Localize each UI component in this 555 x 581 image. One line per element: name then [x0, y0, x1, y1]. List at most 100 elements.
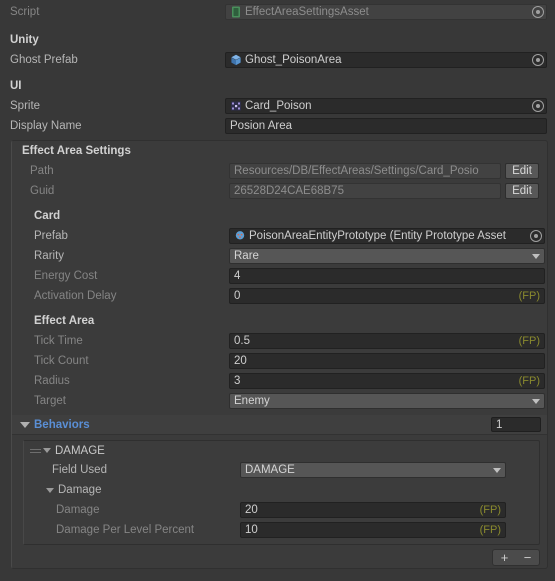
display-name-row: Display Name Posion Area	[0, 116, 555, 136]
effect-area-settings-box: Effect Area Settings Path Resources/DB/E…	[11, 140, 548, 569]
activation-delay-value: 0	[234, 290, 241, 302]
cs-script-icon	[232, 6, 240, 18]
rarity-value: Rare	[234, 250, 259, 262]
tick-time-label: Tick Time	[34, 335, 83, 347]
rarity-row: Rarity Rare	[12, 246, 547, 266]
script-object-field[interactable]: EffectAreaSettingsAsset	[225, 4, 547, 20]
behaviors-list: Behaviors 1 DAMAGE Field Used DAMAGE Dam…	[12, 415, 547, 566]
activation-delay-row: Activation Delay 0 (FP)	[12, 286, 547, 306]
path-field[interactable]: Resources/DB/EffectAreas/Settings/Card_P…	[229, 163, 501, 179]
ui-section-heading: UI	[10, 80, 22, 92]
damage-per-level-percent-fp-suffix: (FP)	[479, 524, 501, 536]
behaviors-header[interactable]: Behaviors 1	[12, 415, 547, 435]
behaviors-title: Behaviors	[34, 418, 90, 431]
object-picker-icon[interactable]	[532, 54, 544, 66]
display-name-value: Posion Area	[230, 120, 293, 132]
object-picker-icon[interactable]	[532, 6, 544, 18]
display-name-input[interactable]: Posion Area	[225, 118, 547, 134]
tick-count-input[interactable]: 20	[229, 353, 545, 369]
damage-per-level-percent-row: Damage Per Level Percent 10 (FP)	[24, 520, 539, 540]
chevron-down-icon	[493, 468, 501, 473]
damage-fp-suffix: (FP)	[479, 504, 501, 516]
sprite-row: Sprite Card_Poison	[0, 96, 555, 116]
field-used-label: Field Used	[52, 464, 107, 476]
damage-value: 20	[245, 504, 258, 516]
card-prefab-label: Prefab	[34, 230, 68, 242]
object-picker-icon[interactable]	[532, 100, 544, 112]
chevron-down-icon	[532, 399, 540, 404]
ghost-prefab-row: Ghost Prefab Ghost_PoisonArea	[0, 50, 555, 70]
tick-time-fp-suffix: (FP)	[518, 335, 540, 347]
behavior-element-header[interactable]: DAMAGE	[24, 441, 539, 460]
path-row: Path Resources/DB/EffectAreas/Settings/C…	[12, 161, 547, 181]
guid-label: Guid	[30, 185, 55, 197]
remove-item-button[interactable]: −	[516, 550, 539, 565]
damage-row: Damage 20 (FP)	[24, 500, 539, 520]
chevron-down-icon	[532, 254, 540, 259]
sprite-object-field[interactable]: Card_Poison	[225, 98, 547, 114]
behaviors-count-value: 1	[496, 418, 503, 431]
rarity-dropdown[interactable]: Rare	[229, 248, 545, 264]
radius-input[interactable]: 3 (FP)	[229, 373, 545, 389]
energy-cost-row: Energy Cost 4	[12, 266, 547, 286]
guid-value: 26528D24CAE68B75	[234, 185, 344, 197]
target-dropdown[interactable]: Enemy	[229, 393, 545, 409]
damage-input[interactable]: 20 (FP)	[240, 502, 506, 518]
path-value: Resources/DB/EffectAreas/Settings/Card_P…	[234, 165, 479, 177]
energy-cost-label: Energy Cost	[34, 270, 98, 282]
unity-inspector-panel: Script EffectAreaSettingsAsset Unity Gho…	[0, 0, 555, 581]
script-value: EffectAreaSettingsAsset	[245, 6, 369, 18]
target-label: Target	[34, 395, 66, 407]
path-edit-button[interactable]: Edit	[505, 163, 539, 179]
tick-time-input[interactable]: 0.5 (FP)	[229, 333, 545, 349]
behavior-element-name: DAMAGE	[55, 444, 105, 457]
script-row: Script EffectAreaSettingsAsset	[0, 0, 555, 24]
tick-time-value: 0.5	[234, 335, 250, 347]
tick-count-row: Tick Count 20	[12, 351, 547, 371]
tick-count-value: 20	[234, 355, 247, 367]
drag-handle-icon[interactable]	[30, 447, 41, 455]
effect-area-subsection-heading: Effect Area	[34, 315, 95, 327]
guid-edit-button[interactable]: Edit	[505, 183, 539, 199]
damage-label: Damage	[56, 504, 100, 516]
field-used-row: Field Used DAMAGE	[24, 460, 539, 480]
script-label: Script	[10, 6, 40, 18]
foldout-triangle-icon[interactable]	[43, 448, 51, 453]
ghost-prefab-object-field[interactable]: Ghost_PoisonArea	[225, 52, 547, 68]
radius-label: Radius	[34, 375, 70, 387]
sprite-label: Sprite	[10, 100, 41, 112]
list-add-remove-controls: + −	[12, 549, 540, 566]
activation-delay-input[interactable]: 0 (FP)	[229, 288, 545, 304]
damage-per-level-percent-value: 10	[245, 524, 258, 536]
effect-area-settings-heading: Effect Area Settings	[22, 145, 131, 157]
radius-row: Radius 3 (FP)	[12, 371, 547, 391]
field-used-dropdown[interactable]: DAMAGE	[240, 462, 506, 478]
radius-value: 3	[234, 375, 241, 387]
foldout-triangle-icon[interactable]	[20, 421, 30, 428]
foldout-triangle-icon[interactable]	[46, 487, 54, 493]
guid-field[interactable]: 26528D24CAE68B75	[229, 183, 501, 199]
target-row: Target Enemy	[12, 391, 547, 411]
path-label: Path	[30, 165, 54, 177]
damage-per-level-percent-label: Damage Per Level Percent	[56, 524, 195, 536]
energy-cost-value: 4	[234, 270, 241, 282]
display-name-label: Display Name	[10, 120, 82, 132]
behaviors-count-input[interactable]: 1	[491, 417, 541, 432]
card-prefab-value: PoisonAreaEntityPrototype (Entity Protot…	[249, 230, 506, 242]
behavior-list-item: DAMAGE Field Used DAMAGE Damage Damage 2…	[23, 440, 540, 545]
energy-cost-input[interactable]: 4	[229, 268, 545, 284]
card-subsection-heading: Card	[34, 210, 61, 222]
target-value: Enemy	[234, 395, 270, 407]
object-picker-icon[interactable]	[530, 230, 542, 242]
damage-per-level-percent-input[interactable]: 10 (FP)	[240, 522, 506, 538]
rarity-label: Rarity	[34, 250, 65, 262]
tick-time-row: Tick Time 0.5 (FP)	[12, 331, 547, 351]
ghost-prefab-value: Ghost_PoisonArea	[245, 54, 342, 66]
card-prefab-object-field[interactable]: PoisonAreaEntityPrototype (Entity Protot…	[229, 228, 545, 244]
prefab-cube-icon	[231, 54, 241, 66]
activation-delay-fp-suffix: (FP)	[518, 290, 540, 302]
add-item-button[interactable]: +	[493, 550, 516, 565]
radius-fp-suffix: (FP)	[518, 375, 540, 387]
unity-section-heading: Unity	[10, 34, 39, 46]
damage-group-header[interactable]: Damage	[24, 480, 539, 500]
